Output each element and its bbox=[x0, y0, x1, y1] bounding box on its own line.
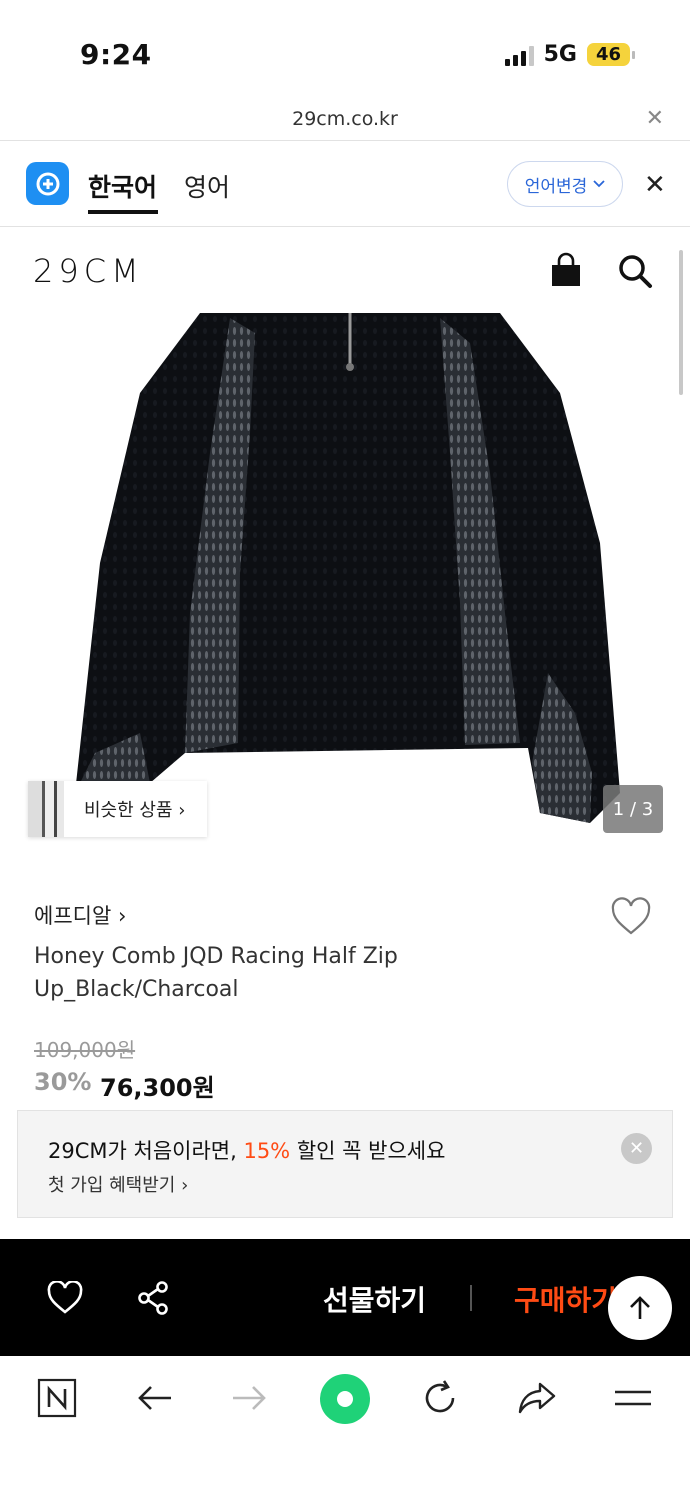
sale-price: 76,300원 bbox=[100, 1074, 215, 1102]
url-text[interactable]: 29cm.co.kr bbox=[0, 108, 690, 130]
signal-icon bbox=[504, 44, 534, 66]
similar-products-button[interactable]: 비슷한 상품 › bbox=[28, 781, 208, 837]
original-price: 109,000원 bbox=[34, 1038, 136, 1062]
tab-active-underline bbox=[88, 210, 158, 214]
translate-logo-icon bbox=[26, 162, 69, 205]
promo-discount-highlight: 15% bbox=[243, 1139, 291, 1163]
chevron-down-icon bbox=[593, 180, 605, 188]
promo-headline-prefix: 29CM가 처음이라면, bbox=[48, 1139, 244, 1163]
forward-arrow-icon[interactable] bbox=[229, 1378, 269, 1422]
product-title: Honey Comb JQD Racing Half Zip Up_Black/… bbox=[34, 944, 398, 1002]
signup-promo-banner[interactable]: 29CM가 처음이라면, 15% 할인 꼭 받으세요 첫 가입 혜택받기 › ✕ bbox=[17, 1110, 673, 1218]
similar-products-label: 비슷한 상품 › bbox=[84, 800, 186, 821]
image-counter: 1 / 3 bbox=[603, 785, 663, 833]
promo-headline-suffix: 할인 꼭 받으세요 bbox=[290, 1139, 446, 1163]
promo-headline: 29CM가 처음이라면, 15% 할인 꼭 받으세요 bbox=[48, 1135, 445, 1165]
change-language-label: 언어변경 bbox=[524, 176, 588, 197]
buybar-separator bbox=[470, 1285, 472, 1311]
arrow-up-icon bbox=[630, 1296, 650, 1319]
divider bbox=[0, 226, 690, 227]
search-icon[interactable] bbox=[616, 252, 654, 294]
status-indicators: 5G 46 bbox=[504, 42, 636, 67]
tab-korean[interactable]: 한국어 bbox=[88, 168, 157, 204]
browser-toolbar bbox=[0, 1356, 690, 1500]
network-label: 5G bbox=[543, 42, 577, 67]
green-dot-icon[interactable] bbox=[320, 1374, 370, 1428]
purchase-bar: 선물하기 구매하기 bbox=[0, 1239, 690, 1356]
similar-thumbnails bbox=[28, 781, 64, 837]
discount-rate: 30% bbox=[34, 1068, 92, 1096]
promo-close-icon[interactable]: ✕ bbox=[621, 1133, 652, 1164]
translate-close-icon[interactable]: ✕ bbox=[644, 170, 666, 200]
brand-link[interactable]: 에프디알 › bbox=[34, 900, 126, 930]
divider bbox=[0, 140, 690, 141]
change-language-button[interactable]: 언어변경 bbox=[507, 161, 623, 207]
buybar-heart-icon[interactable] bbox=[47, 1280, 83, 1319]
site-logo[interactable]: 29CM bbox=[33, 252, 144, 290]
signup-benefit-link[interactable]: 첫 가입 혜택받기 › bbox=[48, 1171, 188, 1197]
product-image[interactable] bbox=[0, 313, 690, 853]
share-icon[interactable] bbox=[135, 1280, 171, 1320]
back-arrow-icon[interactable] bbox=[135, 1378, 175, 1422]
shopping-bag-icon[interactable] bbox=[548, 252, 584, 292]
battery-icon: 46 bbox=[586, 43, 636, 66]
buy-button[interactable]: 구매하기 bbox=[514, 1279, 617, 1319]
wishlist-heart-icon[interactable] bbox=[610, 897, 652, 941]
scroll-to-top-button[interactable] bbox=[608, 1276, 672, 1340]
gift-button[interactable]: 선물하기 bbox=[323, 1279, 426, 1319]
status-time: 9:24 bbox=[80, 38, 152, 71]
tab-english[interactable]: 영어 bbox=[184, 168, 230, 204]
url-close-icon[interactable]: ✕ bbox=[646, 106, 664, 131]
refresh-icon[interactable] bbox=[420, 1378, 460, 1422]
menu-icon[interactable] bbox=[613, 1378, 653, 1422]
share-arrow-icon[interactable] bbox=[516, 1378, 558, 1422]
naver-home-icon[interactable] bbox=[37, 1378, 77, 1422]
